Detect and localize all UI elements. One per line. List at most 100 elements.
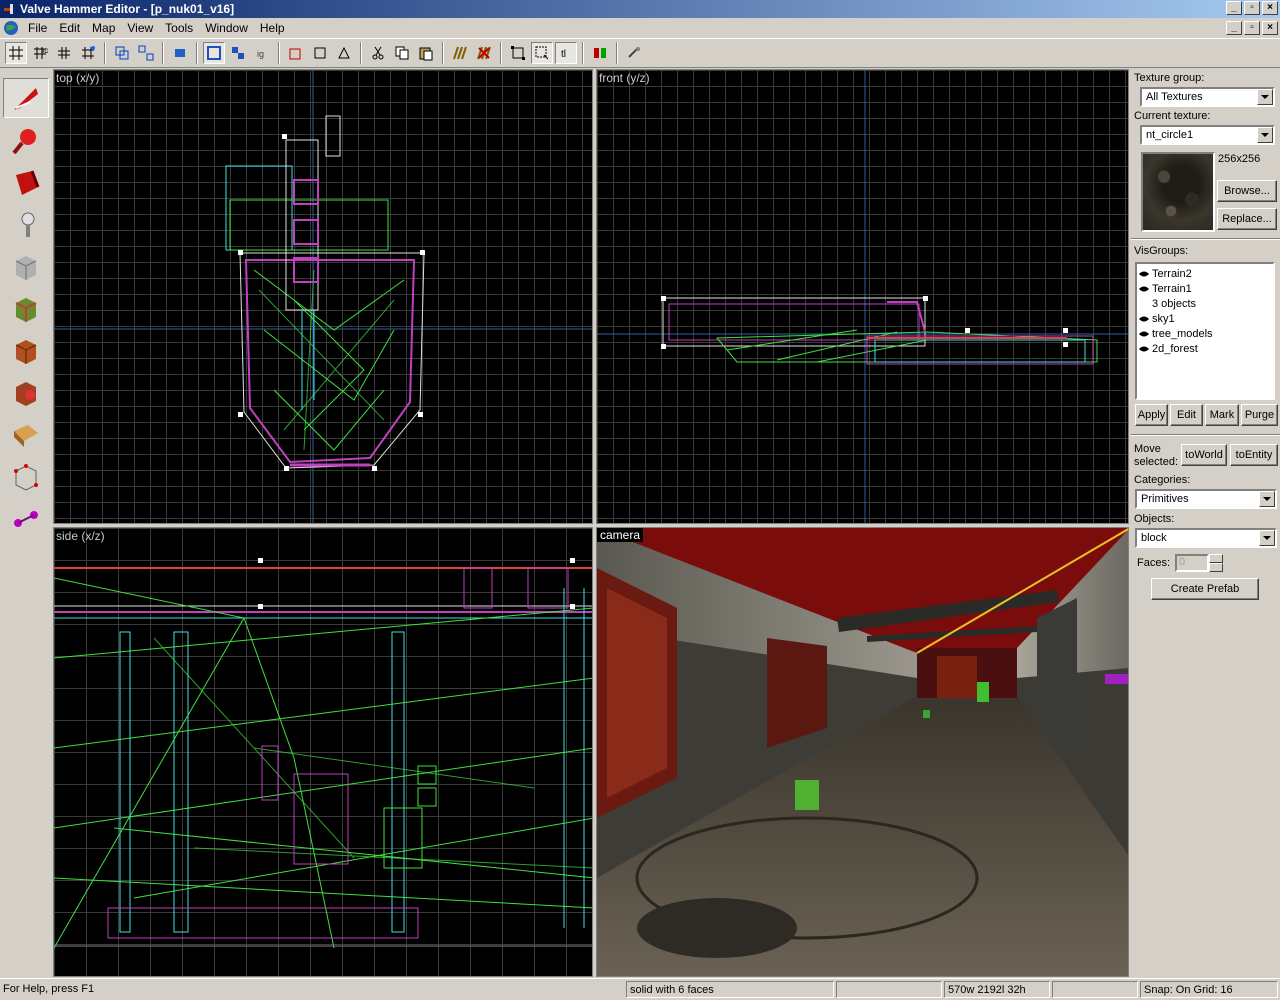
entity-tool[interactable]	[3, 205, 49, 245]
hide-unselected-button[interactable]	[227, 42, 249, 64]
stepper-down-icon[interactable]	[1209, 563, 1223, 572]
group-button[interactable]	[111, 42, 133, 64]
selection-tool[interactable]	[3, 78, 49, 118]
viewport-side[interactable]: side (x/z)	[53, 527, 593, 977]
ignore-groups-button[interactable]: ig	[251, 42, 273, 64]
visgroup-item[interactable]: sky1	[1139, 311, 1271, 326]
toolbar-separator	[582, 42, 584, 64]
menu-help[interactable]: Help	[254, 21, 291, 35]
visibility-eye-icon[interactable]	[1139, 285, 1149, 293]
replace-button[interactable]: Replace...	[1217, 208, 1277, 230]
current-texture-dropdown[interactable]: nt_circle1	[1140, 125, 1275, 145]
to-world-button[interactable]: toWorld	[1181, 444, 1227, 466]
texture-alignment-button[interactable]	[333, 42, 355, 64]
apply-current-texture-tool[interactable]	[3, 331, 49, 371]
options-button[interactable]	[623, 42, 645, 64]
viewport-camera-label: camera	[597, 528, 644, 542]
objects-dropdown[interactable]: block	[1135, 528, 1277, 548]
menu-edit[interactable]: Edit	[53, 21, 86, 35]
texture-lock-toggle-button[interactable]: tl	[555, 42, 577, 64]
viewport-front[interactable]: front (y/z)	[596, 69, 1129, 524]
visgroup-item[interactable]: Terrain1	[1139, 281, 1271, 296]
visgroup-name: sky1	[1152, 312, 1175, 325]
toolbar-separator	[442, 42, 444, 64]
svg-text:ig: ig	[257, 49, 264, 59]
visgroup-item[interactable]: 3 objects	[1139, 296, 1271, 311]
visibility-eye-icon[interactable]	[1139, 330, 1149, 338]
visgroup-mark-button[interactable]: Mark	[1205, 404, 1239, 426]
ungroup-icon	[138, 45, 154, 61]
flat-shaded-button[interactable]	[473, 42, 495, 64]
visgroup-item[interactable]: Terrain2	[1139, 266, 1271, 281]
copy-button[interactable]	[391, 42, 413, 64]
visibility-eye-icon[interactable]	[1139, 270, 1149, 278]
visibility-eye-icon[interactable]	[1139, 315, 1149, 323]
menu-file[interactable]: File	[22, 21, 53, 35]
smaller-grid-button[interactable]	[53, 42, 75, 64]
texture-lock-button[interactable]	[285, 42, 307, 64]
vertex-manipulation-tool[interactable]	[3, 457, 49, 497]
categories-label: Categories:	[1134, 474, 1191, 486]
cut-button[interactable]	[367, 42, 389, 64]
viewport-top[interactable]: top (x/y)	[53, 69, 593, 524]
run-map-button[interactable]	[589, 42, 611, 64]
select-tool-button[interactable]	[507, 42, 529, 64]
texture-application-tool[interactable]	[3, 289, 49, 329]
texture-group-dropdown[interactable]: All Textures	[1140, 87, 1275, 107]
visgroup-item[interactable]: tree_models	[1139, 326, 1271, 341]
toggle-grid-button[interactable]	[5, 42, 27, 64]
ungroup-button[interactable]	[135, 42, 157, 64]
path-tool[interactable]	[3, 499, 49, 539]
chevron-down-icon[interactable]	[1257, 89, 1273, 105]
to-entity-button[interactable]: toEntity	[1230, 444, 1278, 466]
visgroups-list[interactable]: Terrain2 Terrain1 3 objects sky1 tree_mo…	[1135, 262, 1275, 400]
magnify-tool[interactable]	[3, 121, 49, 161]
menu-window[interactable]: Window	[199, 21, 254, 35]
faces-input[interactable]: 0	[1175, 554, 1209, 572]
toggle-3d-grid-button[interactable]: 3D	[29, 42, 51, 64]
menu-tools[interactable]: Tools	[159, 21, 199, 35]
doc-restore-button[interactable]: ▫	[1244, 21, 1260, 35]
window-title: Valve Hammer Editor - [p_nuk01_v16]	[20, 2, 235, 16]
minimize-button[interactable]: _	[1226, 1, 1242, 15]
visgroup-apply-button[interactable]: Apply	[1135, 404, 1168, 426]
paste-button[interactable]	[415, 42, 437, 64]
doc-minimize-button[interactable]: _	[1226, 21, 1242, 35]
chevron-down-icon[interactable]	[1259, 491, 1275, 507]
restore-button[interactable]: ▫	[1244, 1, 1260, 15]
texture-scale-lock-button[interactable]	[309, 42, 331, 64]
carve-icon	[175, 49, 185, 57]
options-icon	[628, 47, 640, 58]
top-view-wireframe	[54, 70, 592, 523]
create-prefab-button[interactable]: Create Prefab	[1151, 578, 1259, 600]
categories-dropdown[interactable]: Primitives	[1135, 489, 1277, 509]
decal-tool[interactable]	[3, 373, 49, 413]
block-tool[interactable]	[3, 247, 49, 287]
svg-text:tl: tl	[561, 49, 566, 60]
faces-stepper[interactable]	[1209, 554, 1223, 572]
selection-handles-button[interactable]	[531, 42, 553, 64]
hide-selected-button[interactable]	[203, 42, 225, 64]
larger-grid-button[interactable]	[77, 42, 99, 64]
menu-view[interactable]: View	[121, 21, 159, 35]
visgroup-purge-button[interactable]: Purge	[1241, 404, 1278, 426]
visgroup-item[interactable]: 2d_forest	[1139, 341, 1271, 356]
menu-map[interactable]: Map	[86, 21, 121, 35]
chevron-down-icon[interactable]	[1257, 127, 1273, 143]
browse-button[interactable]: Browse...	[1217, 180, 1277, 202]
camera-tool[interactable]	[3, 163, 49, 203]
map-document-icon[interactable]	[3, 20, 19, 36]
close-button[interactable]: ×	[1262, 1, 1278, 15]
stepper-up-icon[interactable]	[1209, 554, 1223, 563]
wireframe-button[interactable]	[449, 42, 471, 64]
texture-preview[interactable]	[1141, 152, 1215, 232]
visibility-eye-icon[interactable]	[1139, 345, 1149, 353]
visgroup-edit-button[interactable]: Edit	[1170, 404, 1203, 426]
grid-smaller-icon	[58, 47, 70, 59]
carve-button[interactable]	[169, 42, 191, 64]
doc-close-button[interactable]: ×	[1262, 21, 1278, 35]
toolbar-separator	[500, 42, 502, 64]
viewport-camera[interactable]: camera	[596, 527, 1129, 977]
clipping-tool[interactable]	[3, 415, 49, 455]
chevron-down-icon[interactable]	[1259, 530, 1275, 546]
